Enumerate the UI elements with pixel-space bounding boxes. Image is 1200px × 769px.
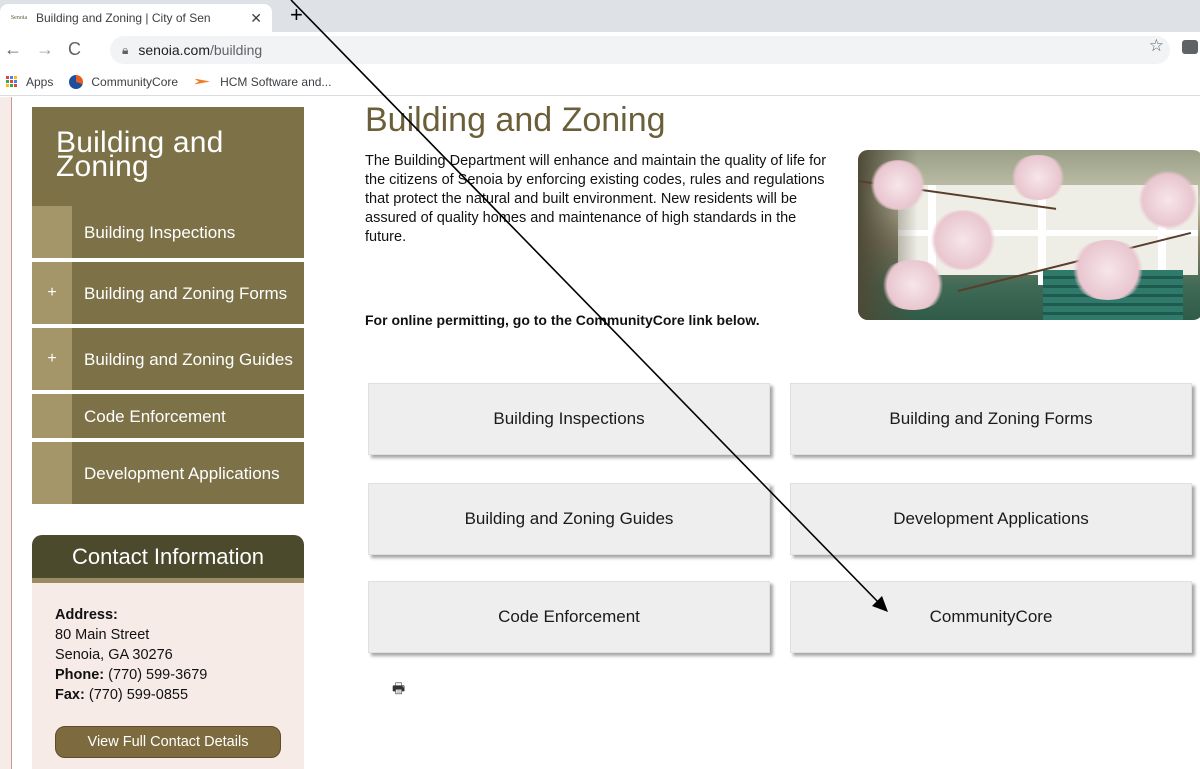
sidebar-item-building-and-zoning-forms[interactable]: + Building and Zoning Forms (32, 262, 304, 324)
sidebar-nav: Building and Zoning Building Inspections… (32, 107, 304, 508)
bookmark-hcm-software[interactable]: HCM Software and... (194, 75, 331, 89)
photo-blossom (928, 210, 998, 270)
hcm-logo-icon (194, 77, 212, 87)
phone-label: Phone: (55, 667, 105, 683)
tab-title: Building and Zoning | City of Sen (36, 11, 211, 25)
sidebar-title: Building and Zoning (32, 107, 304, 209)
tab-strip: Senoia Building and Zoning | City of Sen… (0, 0, 1200, 32)
sidebar-item-code-enforcement[interactable]: Code Enforcement (32, 394, 304, 438)
fax-label: Fax: (55, 687, 85, 703)
expand-plus-icon[interactable]: + (32, 328, 72, 390)
photo-blossom (868, 160, 928, 210)
expand-marker (32, 206, 72, 258)
page-content: Building and Zoning Building Inspections… (0, 97, 1200, 769)
url-text: senoia.com/building (138, 42, 263, 58)
page-title: Building and Zoning (365, 101, 666, 139)
bookmark-label: HCM Software and... (220, 74, 332, 89)
sidebar-item-development-applications[interactable]: Development Applications (32, 442, 304, 504)
tile-code-enforcement[interactable]: Code Enforcement (368, 581, 770, 653)
bookmark-star-icon[interactable]: ☆ (1149, 36, 1164, 56)
new-tab-button[interactable]: + (290, 4, 303, 26)
tile-development-applications[interactable]: Development Applications (790, 483, 1192, 555)
reload-icon[interactable]: C (68, 38, 81, 60)
browser-toolbar: ← → C 🔒︎ senoia.com/building ☆ (0, 32, 1200, 68)
browser-tab[interactable]: Senoia Building and Zoning | City of Sen… (0, 4, 272, 32)
view-contact-details-button[interactable]: View Full Contact Details (55, 726, 281, 758)
lock-icon[interactable]: 🔒︎ (122, 43, 128, 58)
sidebar-item-building-inspections[interactable]: Building Inspections (32, 206, 304, 258)
apps-grid-icon (6, 75, 18, 88)
bookmarks-bar: Apps CommunityCore HCM Software and... (0, 68, 1200, 96)
sidebar-item-label: Building and Zoning Guides (84, 349, 293, 369)
address-line-1: 80 Main Street (55, 627, 150, 643)
left-rail (0, 97, 12, 769)
site-favicon-icon: Senoia (10, 15, 28, 21)
intro-paragraph: The Building Department will enhance and… (365, 153, 827, 245)
sidebar-item-label: Code Enforcement (84, 406, 226, 426)
extensions-icon[interactable] (1182, 40, 1198, 54)
close-tab-icon[interactable]: ✕ (250, 10, 262, 27)
sidebar-item-label: Development Applications (84, 463, 280, 483)
photo-blossom (1068, 240, 1148, 300)
tile-communitycore[interactable]: CommunityCore (790, 581, 1192, 653)
address-bar[interactable]: 🔒︎ senoia.com/building (110, 36, 1170, 64)
expand-marker (32, 442, 72, 504)
back-icon[interactable]: ← (4, 38, 22, 60)
print-icon[interactable]: 🖶︎ (392, 681, 406, 695)
contact-info-heading: Contact Information (32, 535, 304, 583)
tile-building-inspections[interactable]: Building Inspections (368, 383, 770, 455)
expand-marker (32, 394, 72, 438)
forward-icon[interactable]: → (36, 38, 54, 60)
bookmark-label: Apps (26, 74, 54, 89)
online-permitting-note: For online permitting, go to the Communi… (365, 312, 760, 328)
expand-plus-icon[interactable]: + (32, 262, 72, 324)
sidebar-item-label: Building Inspections (84, 222, 236, 242)
photo-blossom (1008, 155, 1068, 200)
sidebar-item-building-and-zoning-guides[interactable]: + Building and Zoning Guides (32, 328, 304, 390)
address-line-2: Senoia, GA 30276 (55, 647, 173, 663)
tile-building-and-zoning-guides[interactable]: Building and Zoning Guides (368, 483, 770, 555)
address-label: Address: (55, 607, 118, 623)
phone-number[interactable]: (770) 599-3679 (108, 667, 207, 683)
sidebar-item-label: Building and Zoning Forms (84, 283, 288, 303)
bookmark-communitycore[interactable]: CommunityCore (69, 74, 179, 89)
bookmark-label: CommunityCore (91, 74, 179, 89)
bookmark-apps[interactable]: Apps (6, 75, 53, 89)
fax-number: (770) 599-0855 (88, 687, 189, 703)
photo-blossom (1138, 170, 1198, 230)
tile-building-and-zoning-forms[interactable]: Building and Zoning Forms (790, 383, 1192, 455)
porch-photo (858, 150, 1200, 320)
photo-blossom (878, 260, 948, 310)
communitycore-logo-icon (69, 74, 84, 89)
